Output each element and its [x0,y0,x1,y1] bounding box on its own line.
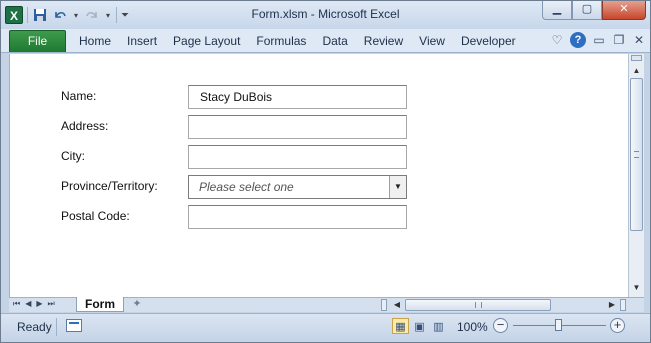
window-controls: ▁ ▢ ✕ [542,1,646,20]
zoom-in-icon[interactable]: + [610,318,625,333]
last-sheet-icon[interactable]: ⏭ [48,299,55,309]
status-ready: Ready [17,320,52,334]
normal-view-icon[interactable]: ▦ [392,318,409,334]
tab-page-layout[interactable]: Page Layout [165,34,248,48]
sheet-tab-form[interactable]: Form [76,297,124,312]
scroll-left-icon[interactable]: ◀ [391,298,403,311]
province-label: Province/Territory: [61,179,158,193]
chevron-down-icon[interactable]: ▼ [389,176,406,198]
minimize-button[interactable]: ▁ [542,1,572,20]
city-row: City: [61,145,621,169]
workbook-close-icon[interactable]: ✕ [632,33,646,47]
horizontal-scroll-thumb[interactable] [405,299,551,311]
vertical-scrollbar[interactable]: ▲ ▼ [628,54,644,297]
page-layout-view-icon[interactable]: ▣ [411,318,428,334]
macro-record-icon[interactable] [66,319,82,332]
worksheet[interactable]: Name: Stacy DuBois Address: City: Provin… [9,54,628,297]
status-bar: Ready ▦ ▣ ▥ 100% − + [1,313,650,342]
province-select-value: Please select one [199,180,294,194]
city-field[interactable] [188,145,407,169]
horizontal-split-handle[interactable] [381,299,387,311]
province-row: Province/Territory: Please select one ▼ [61,175,621,199]
tab-file[interactable]: File [9,30,66,52]
postal-label: Postal Code: [61,209,130,223]
tab-formulas[interactable]: Formulas [248,34,314,48]
sheet-tab-bar: ⏮ ◀ ▶ ⏭ Form ✦ ◀ ▶ [9,297,644,312]
address-label: Address: [61,119,109,133]
close-button[interactable]: ✕ [602,1,646,20]
vertical-scroll-thumb[interactable] [630,78,643,231]
ribbon-tab-list: Home Insert Page Layout Formulas Data Re… [71,34,524,48]
tab-developer[interactable]: Developer [453,34,524,48]
name-field[interactable]: Stacy DuBois [188,85,407,109]
address-field[interactable] [188,115,407,139]
maximize-button[interactable]: ▢ [572,1,602,20]
address-row: Address: [61,115,621,139]
zoom-slider-thumb[interactable] [555,319,562,331]
name-row: Name: Stacy DuBois [61,85,621,109]
postal-row: Postal Code: [61,205,621,229]
status-separator [56,318,57,336]
province-select[interactable]: Please select one ▼ [188,175,407,199]
workbook-restore-icon[interactable]: ❐ [612,33,626,47]
vertical-split-handle[interactable] [631,55,642,61]
previous-sheet-icon[interactable]: ◀ [25,299,31,309]
postal-field[interactable] [188,205,407,229]
scroll-down-icon[interactable]: ▼ [629,281,644,295]
insert-sheet-icon[interactable]: ✦ [128,298,146,311]
tab-data[interactable]: Data [314,34,355,48]
scroll-right-icon[interactable]: ▶ [606,298,618,311]
excel-window: X ▾ ▾ ⏷ Form.xlsm - Microsoft Excel ▁ ▢ … [0,0,651,343]
tab-view[interactable]: View [411,34,453,48]
ribbon-tabs: File Home Insert Page Layout Formulas Da… [1,29,650,53]
horizontal-split-handle-right[interactable] [620,299,626,311]
scroll-up-icon[interactable]: ▲ [629,64,644,78]
name-label: Name: [61,89,97,103]
scroll-grip-icon [475,302,482,308]
sheet-navigation: ⏮ ◀ ▶ ⏭ [13,299,55,309]
help-icon[interactable]: ? [570,32,586,48]
title-bar: X ▾ ▾ ⏷ Form.xlsm - Microsoft Excel ▁ ▢ … [1,1,650,29]
minimize-ribbon-icon[interactable]: ♡ [550,33,564,47]
next-sheet-icon[interactable]: ▶ [36,299,42,309]
tab-home[interactable]: Home [71,34,119,48]
workbook-minimize-icon[interactable]: ▭ [592,33,606,47]
page-break-preview-icon[interactable]: ▥ [430,318,447,334]
tab-insert[interactable]: Insert [119,34,165,48]
zoom-level[interactable]: 100% [457,320,488,334]
zoom-out-icon[interactable]: − [493,318,508,333]
city-label: City: [61,149,85,163]
scroll-grip-icon [634,151,639,158]
tab-review[interactable]: Review [356,34,411,48]
first-sheet-icon[interactable]: ⏮ [13,299,20,309]
ribbon-right-controls: ♡ ? ▭ ❐ ✕ [550,32,646,48]
view-buttons: ▦ ▣ ▥ [392,318,447,334]
